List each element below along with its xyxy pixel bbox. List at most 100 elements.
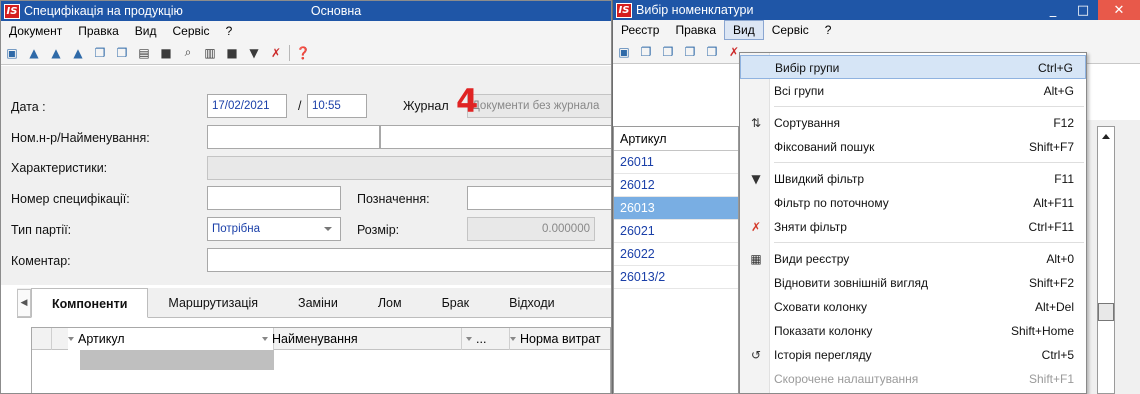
user-icon[interactable]: ▲ (25, 44, 43, 62)
menu-item-11[interactable]: ↺ Історія перегляду Ctrl+5 (740, 343, 1086, 367)
designation-label: Позначення: (357, 192, 430, 206)
user-add-icon[interactable]: ▲ (47, 44, 65, 62)
designation-field[interactable] (467, 186, 611, 210)
column-norm[interactable]: Норма витрат (510, 328, 611, 350)
menu-item-0[interactable]: Вибір групи Ctrl+G (740, 55, 1086, 79)
batch-type-label: Тип партії: (11, 223, 72, 237)
close-button[interactable]: ✕ (1098, 0, 1140, 20)
column-name[interactable]: Найменування (262, 328, 462, 350)
spec-form: Дата : 17/02/2021 / 10:55 Журнал Докумен… (1, 65, 611, 285)
characteristics-field[interactable] (207, 156, 611, 180)
menu-item-6[interactable]: ✗ Зняти фільтр Ctrl+F11 (740, 215, 1086, 239)
maximize-button[interactable]: □ (1068, 0, 1098, 20)
specification-window: IS Специфікація на продукцію Основна Док… (0, 0, 612, 394)
list-item[interactable]: 26022 (614, 243, 738, 266)
list-item[interactable]: 26012 (614, 174, 738, 197)
date-field[interactable]: 17/02/2021 (207, 94, 287, 118)
column-article[interactable]: Артикул (68, 328, 274, 350)
help-icon[interactable]: ❓ (294, 44, 312, 62)
menu-edit[interactable]: Правка (70, 21, 127, 41)
menu-item-2[interactable]: ⇅ Сортування F12 (740, 111, 1086, 135)
menu-item-shortcut: Shift+Home (1010, 324, 1074, 338)
view-icon[interactable]: ■ (223, 44, 241, 62)
view-dropdown-menu: Вибір групи Ctrl+G Всі групи Alt+G ⇅ Сортуван… (739, 52, 1087, 394)
menu-view[interactable]: Вид (127, 21, 165, 41)
stop-icon[interactable]: ■ (157, 44, 175, 62)
spec-number-field[interactable] (207, 186, 341, 210)
menu-help[interactable]: ? (817, 20, 840, 40)
menu-registry[interactable]: Реєстр (613, 20, 667, 40)
print-icon[interactable]: ▤ (135, 44, 153, 62)
menu-service[interactable]: Сервіс (764, 20, 817, 40)
menu-item-label: Всі групи (774, 84, 825, 98)
minimize-button[interactable]: _ (1038, 0, 1068, 20)
list-item[interactable]: 26021 (614, 220, 738, 243)
menu-view[interactable]: Вид (724, 20, 764, 40)
tab-scrap[interactable]: Лом (358, 289, 422, 317)
menu-item-4[interactable]: ▼ Швидкий фільтр F11 (740, 167, 1086, 191)
menu-help[interactable]: ? (218, 21, 241, 41)
search-icon[interactable]: ⌕ (179, 44, 197, 62)
scroll-up-icon[interactable] (1098, 127, 1114, 145)
menu-item-8[interactable]: Відновити зовнішній вигляд Shift+F2 (740, 271, 1086, 295)
grid-selected-cell[interactable] (80, 350, 274, 370)
tab-routing[interactable]: Маршрутизація (148, 289, 278, 317)
batch-type-select[interactable]: Потрібна (207, 217, 341, 241)
filter-icon[interactable]: ▼ (245, 44, 263, 62)
add-icon[interactable]: ❐ (637, 43, 655, 61)
menu-item-shortcut: Shift+F2 (1028, 276, 1074, 290)
tab-waste[interactable]: Відходи (489, 289, 574, 317)
list-item-selected[interactable]: 26013 (614, 197, 738, 220)
tab-defect[interactable]: Брак (422, 289, 490, 317)
comment-field[interactable] (207, 248, 611, 272)
list-item[interactable]: 26013/2 (614, 266, 738, 289)
menu-item-12: Скорочене налаштування Shift+F1 (740, 367, 1086, 391)
menu-item-3[interactable]: Фіксований пошук Shift+F7 (740, 135, 1086, 159)
menu-item-10[interactable]: Показати колонку Shift+Home (740, 319, 1086, 343)
sort-arrow-icon (466, 336, 472, 341)
menu-item-5[interactable]: Фільтр по поточному Alt+F11 (740, 191, 1086, 215)
list-item[interactable]: 26011 (614, 151, 738, 174)
components-grid: Артикул Найменування ... Норма витрат (31, 327, 611, 393)
menu-document[interactable]: Документ (1, 21, 70, 41)
copy-add-icon[interactable]: ❐ (113, 44, 131, 62)
menu-service[interactable]: Сервіс (165, 21, 218, 41)
grid-icon: ▦ (750, 252, 762, 266)
menu-item-1[interactable]: Всі групи Alt+G (740, 79, 1086, 103)
spec-toolbar: ▣ ▲ ▲ ▲ ❐ ❐ ▤ ■ ⌕ ▥ ■ ▼ ✗ ❓ (1, 41, 611, 65)
app-logo-icon: IS (616, 2, 632, 18)
open-folder-icon[interactable]: ▣ (3, 44, 21, 62)
clear-filter-icon[interactable]: ✗ (267, 44, 285, 62)
menu-item-label: Сортування (774, 116, 841, 130)
copy-add-icon[interactable]: ❐ (703, 43, 721, 61)
journal-field[interactable]: Документи без журнала (467, 94, 611, 118)
list-header[interactable]: Артикул (614, 127, 738, 151)
vertical-scrollbar[interactable] (1097, 126, 1115, 394)
nomenclature-titlebar: IS Вибір номенклатури _ □ ✕ (613, 0, 1140, 20)
copy-icon[interactable]: ❐ (91, 44, 109, 62)
menu-item-7[interactable]: ▦ Види реєстру Alt+0 (740, 247, 1086, 271)
tab-scroll-left-icon[interactable]: ◀ (17, 289, 31, 317)
copy-icon[interactable]: ❐ (681, 43, 699, 61)
column-more[interactable]: ... (466, 328, 510, 350)
spec-menubar: Документ Правка Вид Сервіс ? (1, 21, 611, 41)
open-folder-icon[interactable]: ▣ (615, 43, 633, 61)
menu-edit[interactable]: Правка (667, 20, 724, 40)
menu-item-label: Фільтр по поточному (774, 196, 889, 210)
nom-number-field[interactable] (207, 125, 380, 149)
tab-components[interactable]: Компоненти (31, 288, 149, 318)
history-icon: ↺ (750, 348, 762, 362)
grid-header: Артикул Найменування ... Норма витрат (32, 328, 610, 350)
scroll-thumb[interactable] (1098, 303, 1114, 321)
columns-icon[interactable]: ▥ (201, 44, 219, 62)
journal-label: Журнал (403, 99, 449, 113)
nom-name-field[interactable] (380, 125, 611, 149)
size-field[interactable]: 0.000000 (467, 217, 595, 241)
tab-replacements[interactable]: Заміни (278, 289, 358, 317)
user-edit-icon[interactable]: ▲ (69, 44, 87, 62)
date-label: Дата : (11, 100, 46, 114)
time-field[interactable]: 10:55 (307, 94, 367, 118)
menu-item-9[interactable]: Сховати колонку Alt+Del (740, 295, 1086, 319)
comment-label: Коментар: (11, 254, 71, 268)
edit-icon[interactable]: ❐ (659, 43, 677, 61)
